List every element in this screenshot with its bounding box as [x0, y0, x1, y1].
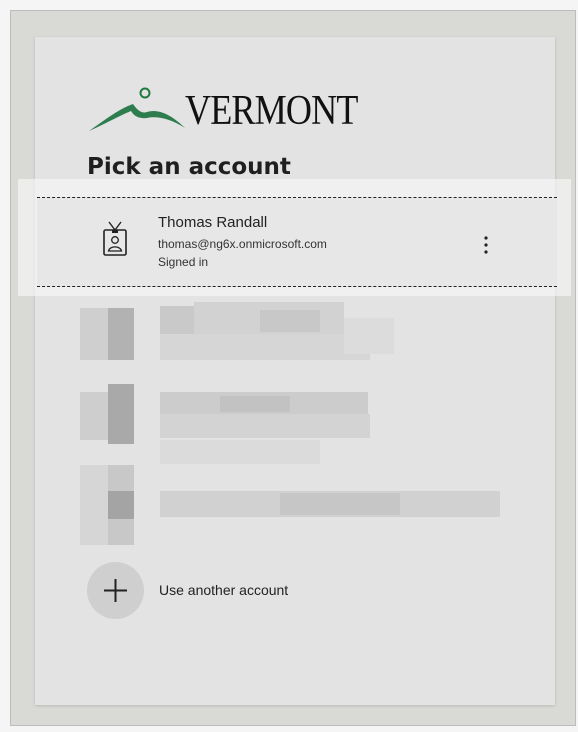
- account-status: Signed in: [158, 255, 209, 269]
- use-another-account-button[interactable]: Use another account: [87, 562, 347, 620]
- logo-text: VERMONT: [185, 88, 358, 134]
- more-options-icon: [484, 236, 488, 254]
- obscured-account-item[interactable]: [80, 298, 500, 360]
- mountain-logo-icon: [89, 87, 185, 131]
- plus-circle: [87, 562, 144, 619]
- account-email: thomas@ng6x.onmicrosoft.com: [158, 237, 327, 251]
- obscured-account-item[interactable]: [80, 384, 500, 464]
- vermont-logo: VERMONT: [87, 86, 387, 136]
- use-another-account-label: Use another account: [159, 582, 289, 598]
- badge-icon: [102, 221, 128, 262]
- account-name: Thomas Randall: [158, 214, 268, 231]
- plus-icon: [104, 579, 127, 602]
- more-options-button[interactable]: [475, 231, 497, 259]
- account-item-selected[interactable]: Thomas Randall thomas@ng6x.onmicrosoft.c…: [37, 197, 557, 287]
- obscured-account-item[interactable]: [80, 465, 500, 545]
